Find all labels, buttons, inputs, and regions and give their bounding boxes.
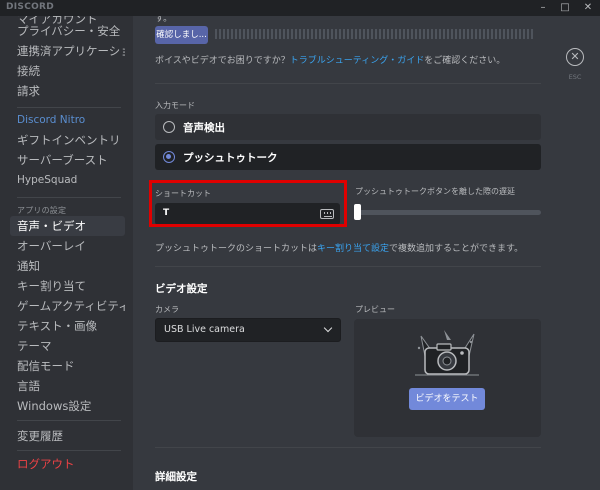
mic-test-button[interactable]: 確認しまし... [155, 26, 208, 44]
radio-label: 音声検出 [183, 122, 225, 134]
scrollbar[interactable] [589, 16, 595, 490]
radio-push-to-talk[interactable]: プッシュトゥトーク [155, 144, 541, 170]
radio-button-icon [163, 121, 175, 133]
sidebar-item-keybinds[interactable]: キー割り当て [10, 276, 125, 296]
ptt-note-suffix: で複数追加することができます。 [389, 244, 524, 254]
radio-voice-activity[interactable]: 音声検出 [155, 114, 541, 140]
sidebar-item-windows-settings[interactable]: Windows設定 [10, 396, 125, 416]
help-text-suffix: をご確認ください。 [424, 56, 506, 66]
troubleshooting-help: ボイスやビデオでお困りですか？トラブルシューティング・ガイドをご確認ください。 [155, 53, 505, 66]
sidebar-item-streamer-mode[interactable]: 配信モード [10, 356, 125, 376]
partial-text: す。 [155, 16, 173, 24]
radio-label: プッシュトゥトーク [183, 152, 278, 164]
help-text: ボイスやビデオでお困りですか？ [155, 56, 290, 66]
ptt-note-text: プッシュトゥトークのショートカットは [155, 244, 318, 254]
sidebar-item-voice-video[interactable]: 音声・ビデオ [10, 216, 125, 236]
sidebar-item-gift-inventory[interactable]: ギフトインベントリ [10, 130, 125, 150]
sidebar-item-authorized-apps[interactable]: 連携済アプリケーショ... [10, 41, 125, 61]
sidebar-item-notifications[interactable]: 通知 [10, 256, 125, 276]
preview-label: プレビュー [355, 305, 395, 314]
section-divider [155, 447, 541, 448]
window-close-button[interactable]: ✕ [576, 0, 600, 16]
video-settings-title: ビデオ設定 [155, 283, 208, 295]
ptt-note: プッシュトゥトークのショートカットはキー割り当て設定で複数追加することができます… [155, 241, 523, 254]
chevron-down-icon [323, 323, 333, 333]
release-delay-label: プッシュトゥトークボタンを離した際の遅延 [355, 187, 515, 196]
keybind-settings-link[interactable]: キー割り当て設定 [317, 244, 389, 254]
section-divider [155, 83, 541, 84]
sidebar-item-text-images[interactable]: テキスト・画像 [10, 316, 125, 336]
camera-select-value: USB Live camera [164, 324, 245, 335]
settings-content: す。 確認しまし... ボイスやビデオでお困りですか？トラブルシューティング・ガ… [133, 16, 600, 490]
sidebar-header-app-settings: アプリの設定 [17, 206, 67, 215]
mic-level-meter [215, 29, 535, 39]
camera-icon [415, 330, 479, 376]
sidebar-item-billing[interactable]: 請求 [10, 81, 125, 101]
sidebar-item-hypesquad[interactable]: HypeSquad [17, 174, 77, 186]
release-delay-slider[interactable] [355, 210, 541, 215]
sidebar-divider [17, 197, 121, 198]
camera-label: カメラ [155, 305, 179, 314]
sidebar-item-appearance[interactable]: テーマ [10, 336, 125, 356]
sidebar-item-changelog[interactable]: 変更履歴 [10, 426, 125, 446]
esc-label: ESC [568, 73, 582, 81]
highlight-box [149, 180, 347, 227]
sidebar-item-overlay[interactable]: オーバーレイ [10, 236, 125, 256]
sidebar-item-language[interactable]: 言語 [10, 376, 125, 396]
sidebar-item-privacy[interactable]: プライバシー・安全 [10, 21, 125, 41]
troubleshooting-guide-link[interactable]: トラブルシューティング・ガイド [290, 56, 424, 66]
sidebar-item-game-activity[interactable]: ゲームアクティビティ [10, 296, 125, 316]
sidebar-divider [17, 450, 121, 451]
radio-button-selected-icon [163, 151, 175, 163]
sidebar-item-discord-nitro[interactable]: Discord Nitro [17, 114, 85, 126]
sidebar-item-server-boost[interactable]: サーバーブースト [10, 150, 125, 170]
minimize-button[interactable]: – [531, 0, 555, 16]
close-icon[interactable]: ✕ [566, 48, 584, 66]
settings-sidebar: マイアカウント プライバシー・安全 連携済アプリケーショ... 接続 請求 Di… [0, 16, 133, 490]
sidebar-divider [17, 107, 121, 108]
sidebar-item-logout[interactable]: ログアウト [17, 456, 75, 472]
app-brand: DISCORD [6, 2, 55, 12]
camera-select[interactable]: USB Live camera [155, 318, 341, 342]
sidebar-divider [17, 420, 121, 421]
advanced-settings-title: 詳細設定 [155, 471, 197, 483]
sidebar-item-connections[interactable]: 接続 [10, 61, 125, 81]
section-divider [155, 266, 541, 267]
maximize-button[interactable]: □ [553, 0, 577, 16]
title-bar: DISCORD – □ ✕ [0, 0, 600, 16]
input-mode-label: 入力モード [155, 101, 195, 110]
test-video-button[interactable]: ビデオをテスト [409, 388, 485, 410]
slider-handle[interactable] [354, 204, 361, 220]
